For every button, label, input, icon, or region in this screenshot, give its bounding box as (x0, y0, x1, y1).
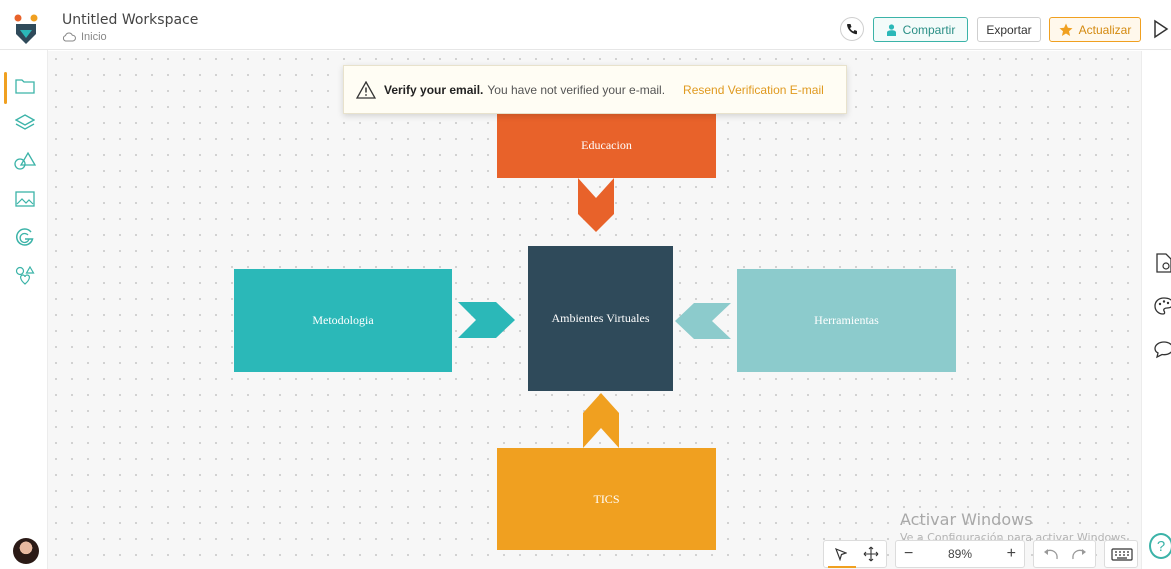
zoom-in-button[interactable]: + (1007, 545, 1016, 563)
zoom-control: − 89% + (895, 540, 1025, 568)
zoom-level: 89% (947, 547, 973, 561)
sidebar-item-ideas[interactable] (14, 264, 36, 286)
active-tool-indicator (828, 566, 856, 568)
banner-title: Verify your email. (384, 82, 484, 97)
comment-icon[interactable] (1154, 339, 1171, 359)
folder-icon (15, 79, 35, 94)
diagram-canvas[interactable]: Educacion Ambientes Virtuales Metodologi… (48, 51, 1141, 569)
help-icon: ? (1156, 537, 1166, 555)
sidebar-item-templates[interactable] (14, 112, 36, 134)
redo-icon[interactable] (1071, 548, 1087, 561)
share-label: Compartir (902, 22, 956, 37)
breadcrumb-label: Inicio (81, 31, 107, 43)
sidebar-item-grammarly[interactable] (14, 226, 36, 248)
ideas-icon (15, 265, 35, 285)
sidebar-item-shapes[interactable] (14, 150, 36, 172)
breadcrumb[interactable]: Inicio (62, 31, 107, 43)
app-logo[interactable] (12, 12, 40, 46)
arrow-down (578, 178, 614, 232)
sidebar-item-images[interactable] (14, 188, 36, 210)
grammarly-icon (16, 228, 34, 246)
right-panel (1141, 51, 1171, 569)
verify-email-banner: Verify your email. You have not verified… (343, 65, 847, 114)
phone-icon (846, 24, 857, 35)
export-button[interactable]: Exportar (977, 17, 1041, 42)
export-label: Exportar (986, 22, 1032, 37)
upgrade-label: Actualizar (1078, 22, 1132, 37)
undo-icon[interactable] (1043, 548, 1059, 561)
layers-icon (15, 114, 35, 130)
avatar[interactable] (13, 538, 39, 564)
active-indicator (4, 72, 7, 104)
arrow-up (583, 393, 619, 448)
present-play-icon[interactable] (1153, 18, 1169, 40)
share-button[interactable]: Compartir (873, 17, 968, 42)
warning-icon (356, 80, 376, 99)
palette-icon[interactable] (1154, 296, 1171, 316)
top-bar: Untitled Workspace Inicio Compartir Expo… (0, 0, 1171, 50)
sidebar-item-files[interactable] (14, 75, 36, 97)
history-controls (1033, 540, 1096, 568)
keyboard-icon (1111, 548, 1133, 561)
shapes-icon (14, 151, 36, 170)
pointer-icon[interactable] (835, 548, 847, 561)
resend-verification-link[interactable]: Resend Verification E-mail (683, 83, 824, 97)
image-icon (15, 191, 35, 207)
workspace-title[interactable]: Untitled Workspace (62, 12, 198, 28)
help-button[interactable]: ? (1149, 533, 1171, 559)
left-sidebar (0, 50, 48, 569)
activation-watermark-title: Activar Windows (900, 510, 1033, 529)
pan-icon[interactable] (863, 546, 879, 562)
cloud-icon (62, 32, 76, 42)
connector-arrows (458, 178, 731, 448)
user-icon (886, 23, 896, 36)
zoom-out-button[interactable]: − (904, 545, 913, 563)
arrow-left (675, 303, 731, 339)
arrow-right (458, 302, 515, 338)
keyboard-shortcuts-button[interactable] (1104, 540, 1138, 568)
page-settings-icon[interactable] (1154, 253, 1171, 273)
upgrade-button[interactable]: Actualizar (1049, 17, 1141, 42)
banner-message: You have not verified your e-mail. (487, 82, 666, 97)
cursor-tools (823, 540, 887, 568)
call-button[interactable] (840, 17, 864, 41)
star-icon (1059, 23, 1073, 36)
